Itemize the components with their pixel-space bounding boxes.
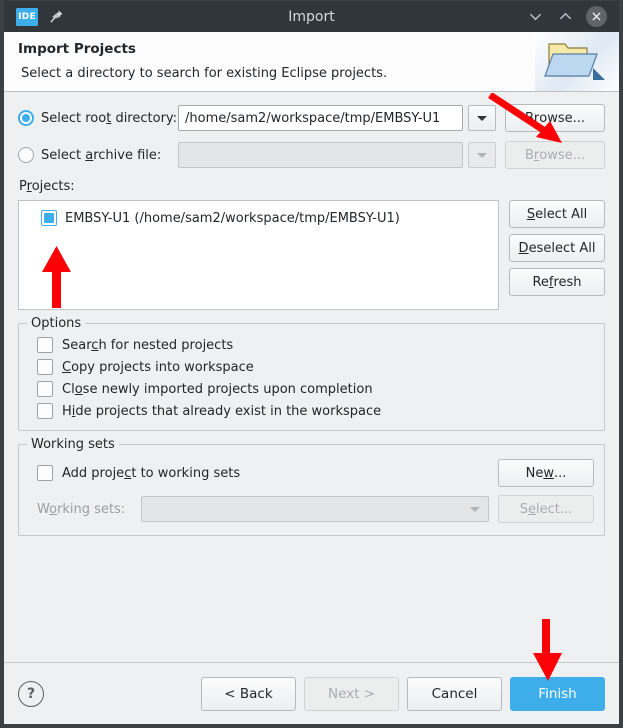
options-group: Options Search for nested projects Copy … — [18, 316, 605, 431]
add-to-working-sets-row: Add project to working sets Ne w... — [29, 455, 594, 491]
page-subtitle: Select a directory to search for existin… — [21, 66, 388, 81]
page-title: Import Projects — [18, 41, 136, 57]
help-icon[interactable]: ? — [18, 680, 44, 707]
browse-root-directory-button[interactable]: Br owse... — [505, 104, 605, 132]
app-icon: IDE — [16, 7, 38, 26]
radio-indicator — [18, 147, 34, 163]
list-item[interactable]: EMBSY-U1 (/home/sam2/workspace/tmp/EMBSY… — [19, 208, 498, 228]
chevron-down-icon[interactable] — [526, 8, 544, 26]
checkbox-indicator — [37, 465, 53, 481]
deselect-all-button[interactable]: Deselect All — [509, 234, 605, 262]
option-search-nested-projects[interactable]: Search for nested projects — [29, 334, 594, 356]
select-archive-file-radio[interactable]: Select archive file: — [18, 147, 178, 163]
close-icon[interactable] — [586, 6, 607, 27]
option-label: Copy projects into workspace — [62, 359, 254, 375]
root-directory-dropdown-button[interactable] — [468, 105, 496, 131]
working-sets-group: Working sets Add project to working sets… — [18, 437, 605, 536]
window-controls — [526, 6, 613, 27]
option-copy-projects-into-workspace[interactable]: Copy projects into workspace — [29, 356, 594, 378]
projects-list[interactable]: EMBSY-U1 (/home/sam2/workspace/tmp/EMBSY… — [18, 200, 499, 310]
folder-import-icon — [535, 32, 619, 91]
project-label: EMBSY-U1 (/home/sam2/workspace/tmp/EMBSY… — [65, 210, 400, 226]
options-group-title: Options — [27, 316, 86, 331]
working-sets-combo — [141, 496, 489, 522]
new-working-set-button[interactable]: Ne w... — [498, 459, 594, 487]
refresh-button[interactable]: Re f resh — [509, 268, 605, 296]
root-directory-row: Select root directory: /home/sam2/worksp… — [18, 104, 605, 132]
working-sets-label: Working sets: — [37, 501, 126, 517]
projects-label: Projects: — [19, 179, 75, 194]
archive-file-dropdown-button — [468, 142, 496, 168]
project-checkbox[interactable] — [41, 210, 57, 226]
next-button: Next > — [304, 676, 399, 711]
working-sets-group-title: Working sets — [27, 437, 119, 452]
projects-area: EMBSY-U1 (/home/sam2/workspace/tmp/EMBSY… — [18, 200, 605, 310]
pin-icon[interactable] — [48, 9, 64, 25]
cancel-button[interactable]: Cancel — [407, 676, 502, 711]
option-close-newly-imported-projects[interactable]: Close newly imported projects upon compl… — [29, 378, 594, 400]
chevron-down-icon — [470, 506, 480, 512]
checkbox-indicator — [37, 381, 53, 397]
title-bar: IDE Import — [4, 1, 619, 32]
footer-buttons: < Back Next > Cancel Finish — [201, 676, 605, 711]
dialog-footer: ? < Back Next > Cancel Finish — [4, 662, 619, 724]
checkbox-indicator — [37, 337, 53, 353]
checkbox-indicator — [37, 403, 53, 419]
projects-side-buttons: Select All Deselect All Re f resh — [509, 200, 605, 296]
select-archive-file-label: Select archive file: — [41, 147, 162, 163]
import-dialog-window: IDE Import Import Projects Select a dire… — [0, 0, 623, 728]
select-root-directory-label: Select root directory: — [41, 110, 178, 126]
select-all-button[interactable]: Select All — [509, 200, 605, 228]
add-project-label: Add project to working sets — [62, 465, 241, 481]
finish-button[interactable]: Finish — [510, 676, 605, 711]
archive-file-input — [178, 142, 463, 168]
radio-indicator — [18, 110, 34, 126]
page-header: Import Projects Select a directory to se… — [4, 32, 619, 92]
option-label: Search for nested projects — [62, 337, 234, 353]
chevron-down-icon — [477, 152, 487, 158]
root-directory-input[interactable]: /home/sam2/workspace/tmp/EMBSY-U1 — [178, 105, 463, 131]
option-label: Close newly imported projects upon compl… — [62, 381, 373, 397]
option-hide-existing-projects[interactable]: Hide projects that already exist in the … — [29, 400, 594, 422]
select-root-directory-radio[interactable]: Select root directory: — [18, 110, 178, 126]
working-sets-combo-row: Working sets: Se lect... — [29, 491, 594, 527]
chevron-down-icon — [477, 115, 487, 121]
checkbox-indicator — [37, 359, 53, 375]
archive-file-row: Select archive file: Br owse... — [18, 141, 605, 169]
chevron-up-icon[interactable] — [556, 8, 574, 26]
browse-archive-file-button: Br owse... — [505, 141, 605, 169]
back-button[interactable]: < Back — [201, 676, 296, 711]
select-working-sets-button: Se lect... — [498, 495, 594, 523]
dialog-body: Select root directory: /home/sam2/worksp… — [4, 92, 619, 662]
add-project-to-working-sets-checkbox[interactable]: Add project to working sets — [37, 465, 489, 481]
option-label: Hide projects that already exist in the … — [62, 403, 382, 419]
